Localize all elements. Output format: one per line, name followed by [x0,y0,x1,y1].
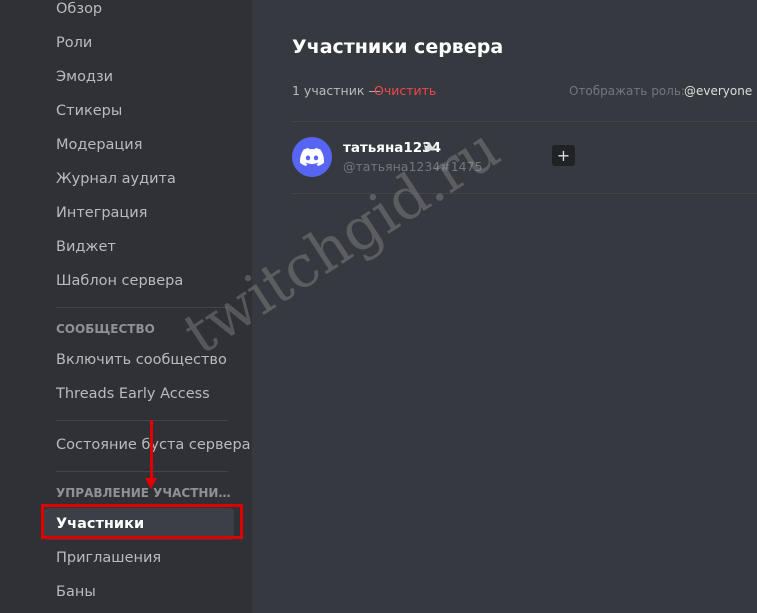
sidebar-item-bans[interactable]: Баны [44,576,234,608]
sidebar-item-stickers[interactable]: Стикеры [44,95,234,127]
member-tag: @татьяна1234#1475 [343,159,483,174]
sidebar-item-invites[interactable]: Приглашения [44,542,234,574]
avatar[interactable] [292,137,332,177]
section-header-member-management: УПРАВЛЕНИЕ УЧАСТНИКА... [56,486,232,500]
divider [292,193,757,194]
settings-sidebar: Обзор Роли Эмодзи Стикеры Модерация Журн… [0,0,252,613]
sidebar-item-roles[interactable]: Роли [44,27,234,59]
sidebar-item-integrations[interactable]: Интеграция [44,197,234,229]
member-count: 1 участник — [292,83,381,98]
add-role-button[interactable]: + [552,145,575,166]
crown-icon [424,142,435,151]
highlight-box [41,504,243,539]
sidebar-item-overview[interactable]: Обзор [44,0,234,25]
sidebar-divider [56,471,228,472]
sidebar-item-audit-log[interactable]: Журнал аудита [44,163,234,195]
sidebar-item-widget[interactable]: Виджет [44,231,234,263]
sidebar-item-enable-community[interactable]: Включить сообщество [44,344,234,376]
sidebar-item-moderation[interactable]: Модерация [44,129,234,161]
role-filter-value: @everyone [684,84,753,98]
plus-icon: + [556,145,571,165]
section-header-community: СООБЩЕСТВО [56,322,155,336]
sidebar-item-server-template[interactable]: Шаблон сервера [44,265,234,297]
discord-logo-icon [300,148,324,166]
divider [292,121,757,122]
role-filter-select[interactable]: @everyone [684,84,757,98]
annotation-arrow-head [145,478,157,489]
sidebar-item-emoji[interactable]: Эмодзи [44,61,234,93]
sidebar-divider [56,420,228,421]
clear-button[interactable]: Очистить [374,83,436,98]
role-filter-label: Отображать роль: [569,84,685,98]
sidebar-item-server-boost-status[interactable]: Состояние буста сервера [44,429,251,461]
sidebar-item-threads-early-access[interactable]: Threads Early Access [44,378,234,410]
sidebar-divider [56,307,228,308]
page-title: Участники сервера [292,36,504,58]
annotation-arrow [150,420,153,480]
